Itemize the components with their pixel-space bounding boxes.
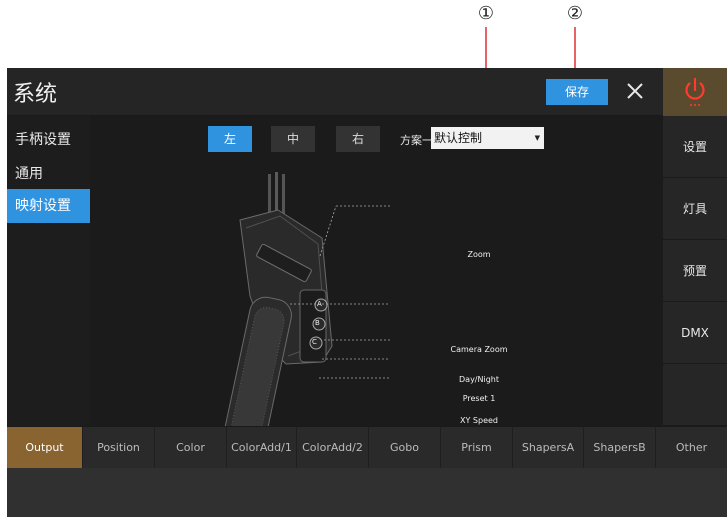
tab-coloradd-1[interactable]: ColorAdd/1 — [227, 427, 297, 469]
power-icon — [685, 77, 705, 106]
tab-output[interactable]: Output — [7, 427, 83, 469]
tab-position[interactable]: Position — [83, 427, 155, 469]
right-nav: 设置 灯具 预置 DMX — [663, 116, 727, 426]
left-nav: 手柄设置 通用 映射设置 — [7, 116, 90, 426]
joystick-illustration — [224, 172, 390, 426]
label-day-night: Day/Night — [459, 375, 499, 384]
tab-shapers-b[interactable]: ShapersB — [584, 427, 656, 469]
tab-coloradd-2[interactable]: ColorAdd/2 — [297, 427, 369, 469]
tab-gobo[interactable]: Gobo — [369, 427, 441, 469]
nav-item-handle-settings[interactable]: 手柄设置 — [7, 123, 90, 157]
bottom-panel — [7, 468, 727, 517]
tab-other[interactable]: Other — [656, 427, 727, 469]
mapping-panel: 左 中 右 方案一 默认控制 ▼ Zoom Camera Zoom Day/Ni… — [90, 116, 663, 426]
top-bar: 系统 保存 — [7, 68, 727, 116]
handle-button-b: B — [315, 319, 320, 327]
handle-button-c: C — [312, 338, 317, 346]
nav-item-general[interactable]: 通用 — [7, 157, 90, 191]
nav-item-mapping-settings[interactable]: 映射设置 — [7, 189, 90, 223]
right-nav-settings[interactable]: 设置 — [663, 116, 727, 178]
close-icon[interactable] — [621, 75, 649, 107]
label-camera-zoom: Camera Zoom — [450, 345, 508, 354]
tab-shapers-a[interactable]: ShapersA — [513, 427, 584, 469]
page-title: 系统 — [13, 82, 58, 107]
right-nav-dmx[interactable]: DMX — [663, 302, 727, 364]
app-window: 系统 保存 手柄设置 通用 映射设置 左 中 右 方案一 默认控制 ▼ Zoom… — [7, 68, 727, 517]
right-nav-fixtures[interactable]: 灯具 — [663, 178, 727, 240]
label-preset: Preset 1 — [462, 394, 496, 403]
screenshot-root: ① ② 系统 保存 手柄设置 通用 映射设置 左 中 右 方案一 默认控制 ▼ … — [0, 0, 727, 517]
power-button[interactable] — [663, 68, 727, 116]
right-nav-presets[interactable]: 预置 — [663, 240, 727, 302]
label-xy-speed: XY Speed — [460, 416, 498, 425]
tab-color[interactable]: Color — [155, 427, 227, 469]
save-button[interactable]: 保存 — [546, 79, 608, 105]
attribute-tabs: Output Position Color ColorAdd/1 ColorAd… — [7, 426, 727, 469]
handle-button-a: A — [317, 300, 322, 308]
right-nav-empty[interactable] — [663, 364, 727, 426]
label-zoom: Zoom — [467, 250, 491, 259]
tab-prism[interactable]: Prism — [441, 427, 513, 469]
